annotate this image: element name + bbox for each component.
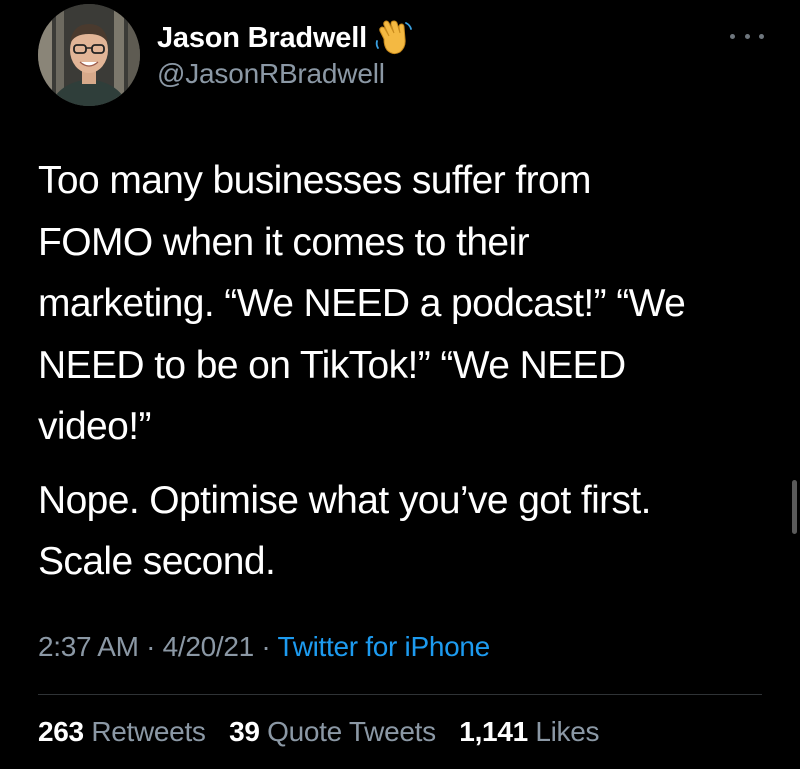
scrollbar[interactable]: [792, 480, 797, 534]
display-name[interactable]: Jason Bradwell: [157, 22, 367, 55]
more-dot-icon: [730, 33, 735, 39]
tweet-source-link[interactable]: Twitter for iPhone: [277, 631, 490, 662]
likes-stat[interactable]: 1,141 Likes: [459, 716, 599, 747]
tweet-paragraph: Nope. Optimise what you’ve got first. Sc…: [38, 478, 652, 584]
retweets-count: 263: [38, 716, 84, 747]
more-dot-icon: [744, 33, 750, 39]
profile-photo: [38, 4, 140, 106]
quote-tweets-stat[interactable]: 39 Quote Tweets: [229, 716, 436, 747]
meta-separator: ·: [253, 631, 278, 662]
waving-hand-icon: [375, 19, 413, 57]
divider: [38, 694, 762, 695]
more-dot-icon: [759, 33, 764, 39]
retweets-stat[interactable]: 263 Retweets: [38, 716, 206, 747]
tweet-date: 4/20/21: [162, 631, 255, 662]
retweets-label: Retweets: [91, 716, 206, 747]
meta-separator: ·: [138, 631, 163, 662]
tweet-text: Too many businesses suffer from FOMO whe…: [38, 150, 778, 593]
quote-tweets-count: 39: [229, 716, 260, 747]
likes-count: 1,141: [459, 716, 528, 747]
user-info: Jason Bradwell @JasonRBradwell: [157, 18, 413, 90]
tweet-detail: Jason Bradwell @JasonRBradwell Too many …: [0, 0, 800, 769]
tweet-paragraph: Too many businesses suffer from FOMO whe…: [38, 159, 686, 448]
tweet-time: 2:37 AM: [38, 631, 139, 662]
more-options-button[interactable]: [730, 26, 764, 46]
display-name-row: Jason Bradwell: [157, 18, 413, 58]
quote-tweets-label: Quote Tweets: [267, 716, 436, 747]
avatar[interactable]: [38, 4, 140, 106]
tweet-stats: 263 Retweets 39 Quote Tweets 1,141 Likes: [38, 716, 600, 748]
user-handle[interactable]: @JasonRBradwell: [157, 58, 413, 90]
tweet-meta: 2:37 AM · 4/20/21 · Twitter for iPhone: [38, 631, 490, 663]
likes-label: Likes: [535, 716, 600, 747]
